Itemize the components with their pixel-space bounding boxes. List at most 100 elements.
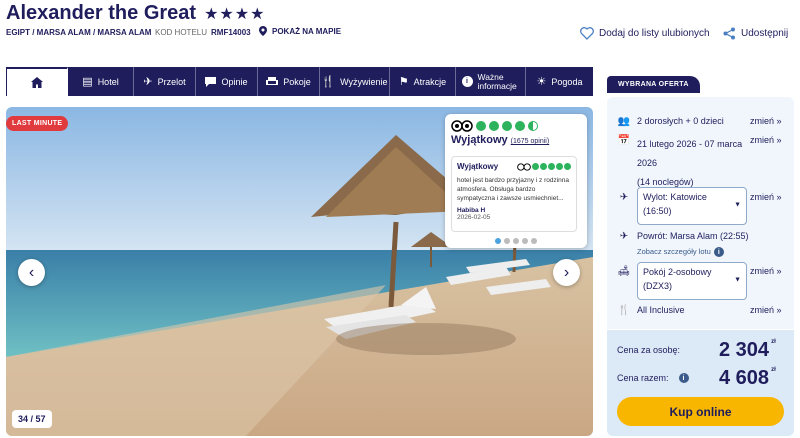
gallery-prev-button[interactable]: ‹: [18, 259, 45, 286]
travelers-row: 👥 2 dorosłych + 0 dzieci: [617, 116, 724, 127]
hotel-code-label: KOD HOTELU: [155, 28, 208, 37]
change-board-link[interactable]: zmień »: [750, 305, 782, 315]
info-icon[interactable]: i: [678, 373, 689, 383]
tab-attractions[interactable]: ⚑ Atrakcje: [390, 67, 456, 96]
share-button[interactable]: Udostępnij: [723, 27, 788, 40]
room-select[interactable]: Pokój 2-osobowy (DZX3) ▼: [637, 262, 747, 300]
hotel-offer-page: Alexander the Great ★★★★ EGIPT / MARSA A…: [0, 0, 800, 438]
price-per-person-label: Cena za osobę:: [617, 345, 681, 355]
pager-dot[interactable]: [522, 238, 528, 244]
rating-dot: [556, 163, 563, 170]
info-icon: i: [461, 76, 473, 87]
show-map-label: POKAŻ NA MAPIE: [272, 26, 342, 36]
tab-rooms-label: Pokoje: [283, 76, 311, 87]
tab-hotel[interactable]: ▤ Hotel: [68, 67, 134, 96]
tripadvisor-card[interactable]: Wyjątkowy (1675 opinii) Wyjątkowy hotel j…: [445, 114, 587, 248]
buy-online-button[interactable]: Kup online: [617, 397, 784, 426]
tab-attractions-label: Atrakcje: [413, 76, 447, 87]
review-pager: [445, 238, 587, 244]
review-rating: [517, 162, 571, 171]
heart-icon: [580, 27, 594, 40]
rating-dot: [515, 121, 525, 131]
plane-takeoff-icon: ✈: [619, 192, 629, 203]
page-title: Alexander the Great ★★★★: [6, 2, 265, 25]
breadcrumb[interactable]: EGIPT / MARSA ALAM / MARSA ALAM: [6, 28, 151, 37]
flight-details-link[interactable]: Zobacz szczegóły lotu i: [637, 247, 724, 257]
price-total-amount: 4 608: [719, 367, 770, 389]
review-text: hotel jest bardzo przyjazny i z rodzinna…: [457, 177, 570, 202]
add-to-favorites-button[interactable]: Dodaj do listy ulubionych: [580, 27, 710, 40]
map-pin-icon: [259, 26, 267, 36]
tab-reviews-label: Opinie: [221, 76, 248, 87]
gallery-next-button[interactable]: ›: [553, 259, 580, 286]
tab-board[interactable]: 🍴 Wyżywienie: [320, 67, 390, 96]
tab-hotel-label: Hotel: [97, 76, 119, 87]
travelers-text: 2 dorosłych + 0 dzieci: [637, 116, 724, 126]
dates-row: 📅 21 lutego 2026 - 07 marca 2026 (14 noc…: [617, 135, 742, 192]
gallery-counter: 34 / 57: [12, 410, 52, 428]
tab-reviews[interactable]: Opinie: [196, 67, 258, 96]
info-icon: i: [713, 247, 724, 257]
board-text: All Inclusive: [637, 305, 685, 315]
pager-dot[interactable]: [531, 238, 537, 244]
share-label: Udostępnij: [741, 28, 789, 39]
currency-label: zł: [771, 367, 776, 373]
departure-select[interactable]: Wylot: Katowice (16:50) ▼: [637, 187, 747, 225]
reviews-count-link[interactable]: (1675 opinii): [511, 138, 550, 145]
board-row: 🍴 All Inclusive: [617, 305, 685, 316]
hotel-code: KOD HOTELU RMF14003: [155, 28, 251, 37]
rating-dot: [532, 163, 539, 170]
rating-dot: [502, 121, 512, 131]
tab-home[interactable]: [6, 67, 68, 96]
tripadvisor-rating: [445, 114, 587, 132]
rating-dot: [489, 121, 499, 131]
price-per-person-value: 2 304 zł: [719, 339, 776, 362]
flag-icon: ⚑: [398, 76, 409, 88]
dates-line-1: 21 lutego 2026 - 07 marca: [637, 139, 743, 149]
change-travelers-link[interactable]: zmień »: [750, 116, 782, 126]
rating-dot-half: [528, 121, 538, 131]
departure-row: ✈: [617, 192, 631, 203]
tab-flight[interactable]: ✈ Przelot: [134, 67, 196, 96]
tab-weather-label: Pogoda: [551, 76, 583, 87]
caret-down-icon: ▼: [734, 276, 741, 284]
last-minute-badge: LAST MINUTE: [6, 116, 69, 131]
pager-dot[interactable]: [504, 238, 510, 244]
cutlery-icon: 🍴: [617, 305, 631, 316]
bed-icon: ▤: [82, 76, 93, 88]
review-card[interactable]: Wyjątkowy hotel jest bardzo przyjazny i …: [451, 156, 577, 232]
review-title: Wyjątkowy: [457, 162, 499, 171]
review-author: Habiba H: [457, 207, 486, 215]
caret-down-icon: ▼: [734, 201, 741, 209]
rating-dot: [540, 163, 547, 170]
change-dates-link[interactable]: zmień »: [750, 135, 782, 145]
departure-line-1: Wylot: Katowice: [643, 192, 707, 202]
tripadvisor-owl-icon: [451, 120, 473, 132]
selected-offer-tab: WYBRANA OFERTA: [607, 76, 700, 93]
rating-dot: [476, 121, 486, 131]
rating-dot: [564, 163, 571, 170]
show-map-link[interactable]: POKAŻ NA MAPIE: [259, 26, 341, 36]
plane-icon: ✈: [143, 76, 153, 88]
sofa-icon: 🛋: [617, 266, 631, 277]
section-tabs: ▤ Hotel ✈ Przelot Opinie Pokoje 🍴 Wyżywi…: [6, 67, 593, 96]
home-icon: [31, 77, 43, 88]
room-line-2: (DZX3): [643, 280, 672, 291]
people-icon: 👥: [617, 116, 631, 127]
tab-rooms[interactable]: Pokoje: [258, 67, 320, 96]
tab-board-label: Wyżywienie: [340, 76, 388, 87]
hotel-code-value: RMF14003: [211, 28, 251, 37]
change-room-link[interactable]: zmień »: [750, 266, 782, 276]
tab-weather[interactable]: ☀ Pogoda: [526, 67, 593, 96]
tripadvisor-owl-icon: [517, 162, 531, 171]
chevron-right-icon: ›: [563, 263, 570, 281]
tab-important-info[interactable]: i Ważne informacje: [456, 67, 526, 96]
calendar-icon: 📅: [617, 135, 631, 146]
tripadvisor-rating-label: Wyjątkowy (1675 opinii): [445, 132, 587, 146]
change-departure-link[interactable]: zmień »: [750, 192, 782, 202]
pager-dot[interactable]: [513, 238, 519, 244]
sofa-icon: [266, 77, 279, 85]
pager-dot[interactable]: [495, 238, 501, 244]
chevron-left-icon: ‹: [28, 263, 35, 281]
currency-label: zł: [771, 339, 776, 345]
